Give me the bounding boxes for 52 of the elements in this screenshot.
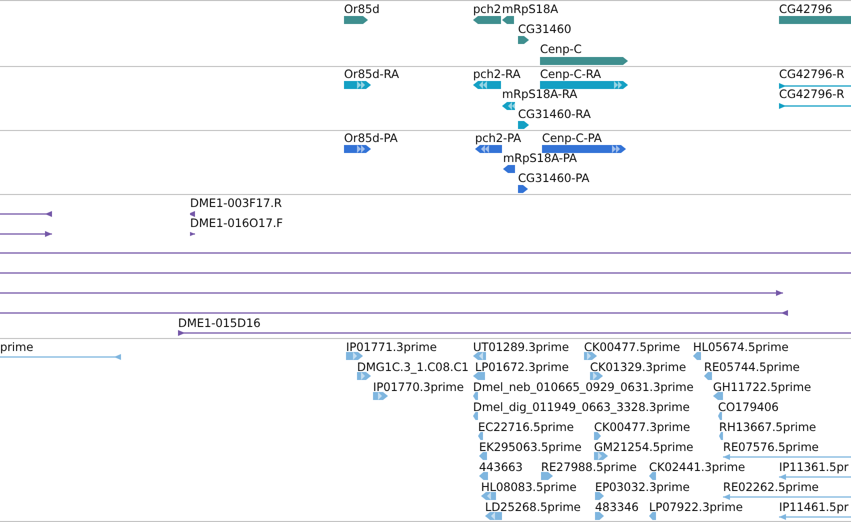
feature-label: LD25268.5prime — [485, 501, 581, 514]
feature-label: GH11722.5prime — [713, 381, 812, 394]
feature-label: CG31460-RA — [518, 108, 591, 121]
feature-label: CG42796 — [779, 3, 832, 16]
feature-label: RH13667.5prime — [719, 421, 816, 434]
feature-label: DME1-016O17.F — [190, 217, 283, 230]
feature-label: HL05674.5prime — [693, 341, 788, 354]
feature-label: CG42796-R — [779, 88, 844, 101]
feature-label: IP11361.5pr — [779, 461, 848, 474]
feature-label: 443663 — [479, 461, 523, 474]
feature-label: CK02441.3prime — [649, 461, 746, 474]
feature-label: mRpS18A-PA — [503, 152, 577, 165]
feature-label: Or85d-RA — [344, 68, 399, 81]
feature-label: Or85d — [344, 3, 380, 16]
feature-label: LP01672.3prime — [475, 361, 569, 374]
feature-label: pch2-RA — [473, 68, 520, 81]
feature-label: LP07922.3prime — [649, 501, 743, 514]
feature-label: Cenp-C-RA — [540, 68, 602, 81]
feature-label: Cenp-C-PA — [542, 132, 602, 145]
feature-label: IP11461.5pr — [779, 501, 848, 514]
feature-label: UT01289.3prime — [473, 341, 569, 354]
feature-label: CK00477.5prime — [584, 341, 680, 354]
feature-label: IP01770.3prime — [373, 381, 464, 394]
feature-label: DME1-015D16 — [178, 317, 261, 330]
feature-label: pch2-PA — [475, 132, 522, 145]
feature-label: CK01329.3prime — [590, 361, 686, 374]
feature-label: prime — [0, 341, 34, 354]
feature-label: RE27988.5prime — [541, 461, 637, 474]
feature-label: Cenp-C — [540, 43, 582, 56]
feature-label: mRpS18A-RA — [502, 88, 578, 101]
feature-label: DME1-003F17.R — [190, 197, 282, 210]
feature-label: Dmel_neb_010665_0929_0631.3prime — [473, 381, 694, 394]
feature-label: RE05744.5prime — [704, 361, 800, 374]
feature-label: HL08083.5prime — [481, 481, 576, 494]
feature-label: EK295063.5prime — [479, 441, 582, 454]
feature-label: 483346 — [595, 501, 639, 514]
feature-label: CO179406 — [718, 401, 779, 414]
feature-label: RE02262.5prime — [723, 481, 819, 494]
feature-label: EP03032.3prime — [595, 481, 690, 494]
feature-label: CG31460 — [518, 23, 572, 36]
feature-label: RE07576.5prime — [723, 441, 819, 454]
feature-label: DMG1C.3_1.C08.C1 — [357, 361, 469, 374]
feature-label: mRpS18A — [502, 3, 558, 16]
feature-label: pch2 — [473, 3, 502, 16]
feature-label: EC22716.5prime — [478, 421, 574, 434]
feature-label: GM21254.5prime — [594, 441, 694, 454]
feature-label: Dmel_dig_011949_0663_3328.3prime — [473, 401, 690, 414]
feature-label: IP01771.3prime — [346, 341, 437, 354]
feature-label: CG42796-R — [779, 68, 844, 81]
feature-label: CK00477.3prime — [594, 421, 690, 434]
feature-label: CG31460-PA — [518, 172, 590, 185]
feature-label: Or85d-PA — [344, 132, 398, 145]
